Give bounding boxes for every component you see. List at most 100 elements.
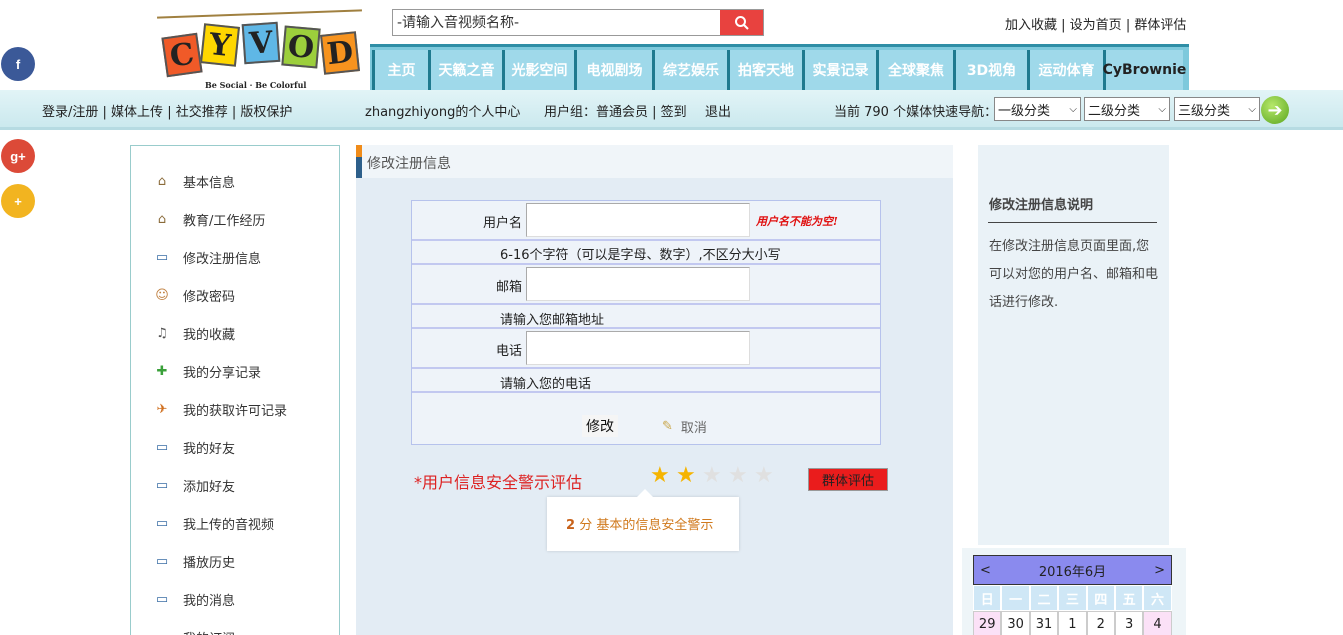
google-plus-icon[interactable]: g+ bbox=[1, 139, 35, 173]
search-input[interactable] bbox=[393, 10, 720, 35]
group-rating-link[interactable]: 群体评估 bbox=[1134, 18, 1186, 33]
calendar-weekday: 五 bbox=[1114, 585, 1144, 611]
top-links: 加入收藏 | 设为首页 | 群体评估 bbox=[1005, 14, 1186, 33]
main-nav: 主页 天籁之音 光影空间 电视剧场 综艺娱乐 拍客天地 实景记录 全球聚焦 3D… bbox=[370, 44, 1189, 90]
login-link[interactable]: 登录/注册 bbox=[42, 105, 98, 120]
sidebar-item[interactable]: ⌂ 基本信息 bbox=[153, 171, 235, 191]
calendar-next-button[interactable]: > bbox=[1154, 563, 1165, 578]
sidebar-item[interactable]: ⌂ 教育/工作经历 bbox=[153, 209, 266, 229]
email-hint: 请输入您邮箱地址 bbox=[500, 313, 605, 328]
username-error: 用户名不能为空! bbox=[756, 215, 838, 228]
book-icon: ▭ bbox=[155, 249, 169, 265]
sidebar-item[interactable]: ▭ 我的好友 bbox=[153, 437, 235, 457]
help-panel: 修改注册信息说明 在修改注册信息页面里面,您可以对您的用户名、邮箱和电话进行修改… bbox=[978, 145, 1169, 545]
sidebar-item-label: 我的订阅 bbox=[183, 628, 235, 635]
phone-hint: 请输入您的电话 bbox=[500, 377, 592, 392]
nav-music[interactable]: 天籁之音 bbox=[428, 50, 502, 90]
calendar-weekday: 二 bbox=[1029, 585, 1059, 611]
nav-vlog[interactable]: 拍客天地 bbox=[727, 50, 802, 90]
panel-header: 修改注册信息 bbox=[356, 145, 953, 178]
sidebar-item-label: 教育/工作经历 bbox=[183, 213, 266, 229]
email-input[interactable] bbox=[526, 267, 750, 301]
main-panel: 修改注册信息 用户名 用户名不能为空! 6-16个字符（可以是字母、数字）,不区… bbox=[356, 145, 953, 635]
sidebar-item-label: 播放历史 bbox=[183, 555, 236, 571]
share-plus-icon[interactable]: + bbox=[1, 184, 35, 218]
security-warning-title: *用户信息安全警示评估 bbox=[414, 473, 583, 492]
calendar-day[interactable]: 1 bbox=[1058, 611, 1087, 635]
logo-letter: V bbox=[241, 21, 281, 65]
star-empty-icon[interactable]: ★ bbox=[702, 463, 722, 488]
plane-icon: ✈ bbox=[156, 401, 168, 417]
sidebar-item-label: 修改注册信息 bbox=[183, 251, 262, 267]
star-empty-icon[interactable]: ★ bbox=[754, 463, 774, 488]
help-title: 修改注册信息说明 bbox=[989, 198, 1094, 213]
calendar-weekday: 六 bbox=[1143, 585, 1172, 611]
sidebar-item[interactable]: ▭ 我的订阅 bbox=[153, 627, 235, 635]
username-input[interactable] bbox=[526, 203, 750, 237]
sidebar-item[interactable]: ♫ 我的收藏 bbox=[153, 323, 235, 343]
sidebar-item[interactable]: ▭ 我的消息 bbox=[153, 589, 235, 609]
star-filled-icon[interactable]: ★ bbox=[676, 463, 696, 488]
nav-sports[interactable]: 运动体育 bbox=[1027, 50, 1103, 90]
bookmark-link[interactable]: 加入收藏 bbox=[1005, 18, 1057, 33]
nav-film[interactable]: 光影空间 bbox=[502, 50, 574, 90]
sidebar-item[interactable]: ▭ 我上传的音视频 bbox=[153, 513, 274, 533]
sidebar-item[interactable]: ▭ 播放历史 bbox=[153, 551, 235, 571]
search-button[interactable] bbox=[720, 10, 763, 35]
chevron-down-icon: ⌵ bbox=[1069, 103, 1077, 115]
set-homepage-link[interactable]: 设为首页 bbox=[1070, 18, 1122, 33]
go-arrow-button[interactable]: ➔ bbox=[1261, 96, 1289, 124]
nav-3d[interactable]: 3D视角 bbox=[953, 50, 1027, 90]
site-logo[interactable]: C Y V O D Be Social · Be Colorful bbox=[157, 5, 362, 91]
social-link[interactable]: 社交推荐 bbox=[176, 105, 228, 120]
nav-home[interactable]: 主页 bbox=[372, 50, 428, 90]
calendar-day[interactable]: 4 bbox=[1143, 611, 1172, 635]
copyright-link[interactable]: 版权保护 bbox=[240, 105, 292, 120]
nav-tv[interactable]: 电视剧场 bbox=[574, 50, 652, 90]
star-empty-icon[interactable]: ★ bbox=[728, 463, 748, 488]
username-hint: 6-16个字符（可以是字母、数字）,不区分大小写 bbox=[500, 248, 781, 263]
nav-documentary[interactable]: 实景记录 bbox=[802, 50, 876, 90]
upload-link[interactable]: 媒体上传 bbox=[111, 105, 163, 120]
sidebar-item[interactable]: ▭ 添加好友 bbox=[153, 475, 235, 495]
calendar-day[interactable]: 29 bbox=[973, 611, 1002, 635]
book-icon: ▭ bbox=[155, 515, 169, 531]
cancel-label: 取消 bbox=[680, 421, 707, 436]
sidebar-item[interactable]: ✚ 我的分享记录 bbox=[153, 361, 261, 381]
category-level1-select[interactable]: 一级分类 ⌵ bbox=[994, 97, 1081, 121]
calendar-title: 2016年6月 bbox=[1038, 564, 1107, 580]
personal-center-link[interactable]: zhangzhiyong的个人中心 bbox=[365, 101, 520, 120]
sidebar-item[interactable]: ☺ 修改密码 bbox=[153, 285, 235, 305]
chevron-down-icon: ⌵ bbox=[1158, 103, 1166, 115]
calendar-day[interactable]: 30 bbox=[1001, 611, 1030, 635]
book-icon: ▭ bbox=[155, 591, 169, 607]
logout-link[interactable]: 退出 bbox=[705, 101, 731, 120]
sidebar-item-label: 我的好友 bbox=[183, 441, 236, 457]
phone-input[interactable] bbox=[526, 331, 750, 365]
group-rating-button[interactable]: 群体评估 bbox=[808, 468, 888, 491]
separator: | bbox=[1057, 18, 1070, 33]
calendar-day[interactable]: 3 bbox=[1114, 611, 1144, 635]
cancel-button[interactable]: ✎ 取消 bbox=[662, 417, 707, 436]
logo-tagline: Be Social · Be Colorful bbox=[205, 80, 307, 90]
sidebar-item-label: 添加好友 bbox=[183, 479, 236, 495]
nav-variety[interactable]: 综艺娱乐 bbox=[652, 50, 727, 90]
sidebar-item[interactable]: ✈ 我的获取许可记录 bbox=[153, 399, 287, 419]
calendar-day[interactable]: 2 bbox=[1086, 611, 1115, 635]
category-level2-select[interactable]: 二级分类 ⌵ bbox=[1084, 97, 1170, 121]
house-icon: ⌂ bbox=[157, 211, 167, 227]
sidebar-item[interactable]: ▭ 修改注册信息 bbox=[153, 247, 261, 267]
nav-global[interactable]: 全球聚焦 bbox=[876, 50, 953, 90]
category-level3-select[interactable]: 三级分类 ⌵ bbox=[1174, 97, 1260, 121]
nav-cybrownie[interactable]: CyBrownie bbox=[1103, 50, 1186, 90]
calendar-prev-button[interactable]: < bbox=[980, 563, 991, 578]
star-filled-icon[interactable]: ★ bbox=[650, 463, 670, 488]
rating-description: 分 基本的信息安全警示 bbox=[579, 518, 714, 533]
search-icon bbox=[734, 15, 749, 30]
sidebar-item-label: 我的消息 bbox=[183, 593, 236, 609]
calendar-weekday: 四 bbox=[1086, 585, 1115, 611]
calendar-day[interactable]: 31 bbox=[1029, 611, 1059, 635]
book-icon: ▭ bbox=[153, 629, 171, 635]
facebook-icon[interactable]: f bbox=[1, 47, 35, 81]
submit-button[interactable]: 修改 bbox=[582, 415, 618, 437]
